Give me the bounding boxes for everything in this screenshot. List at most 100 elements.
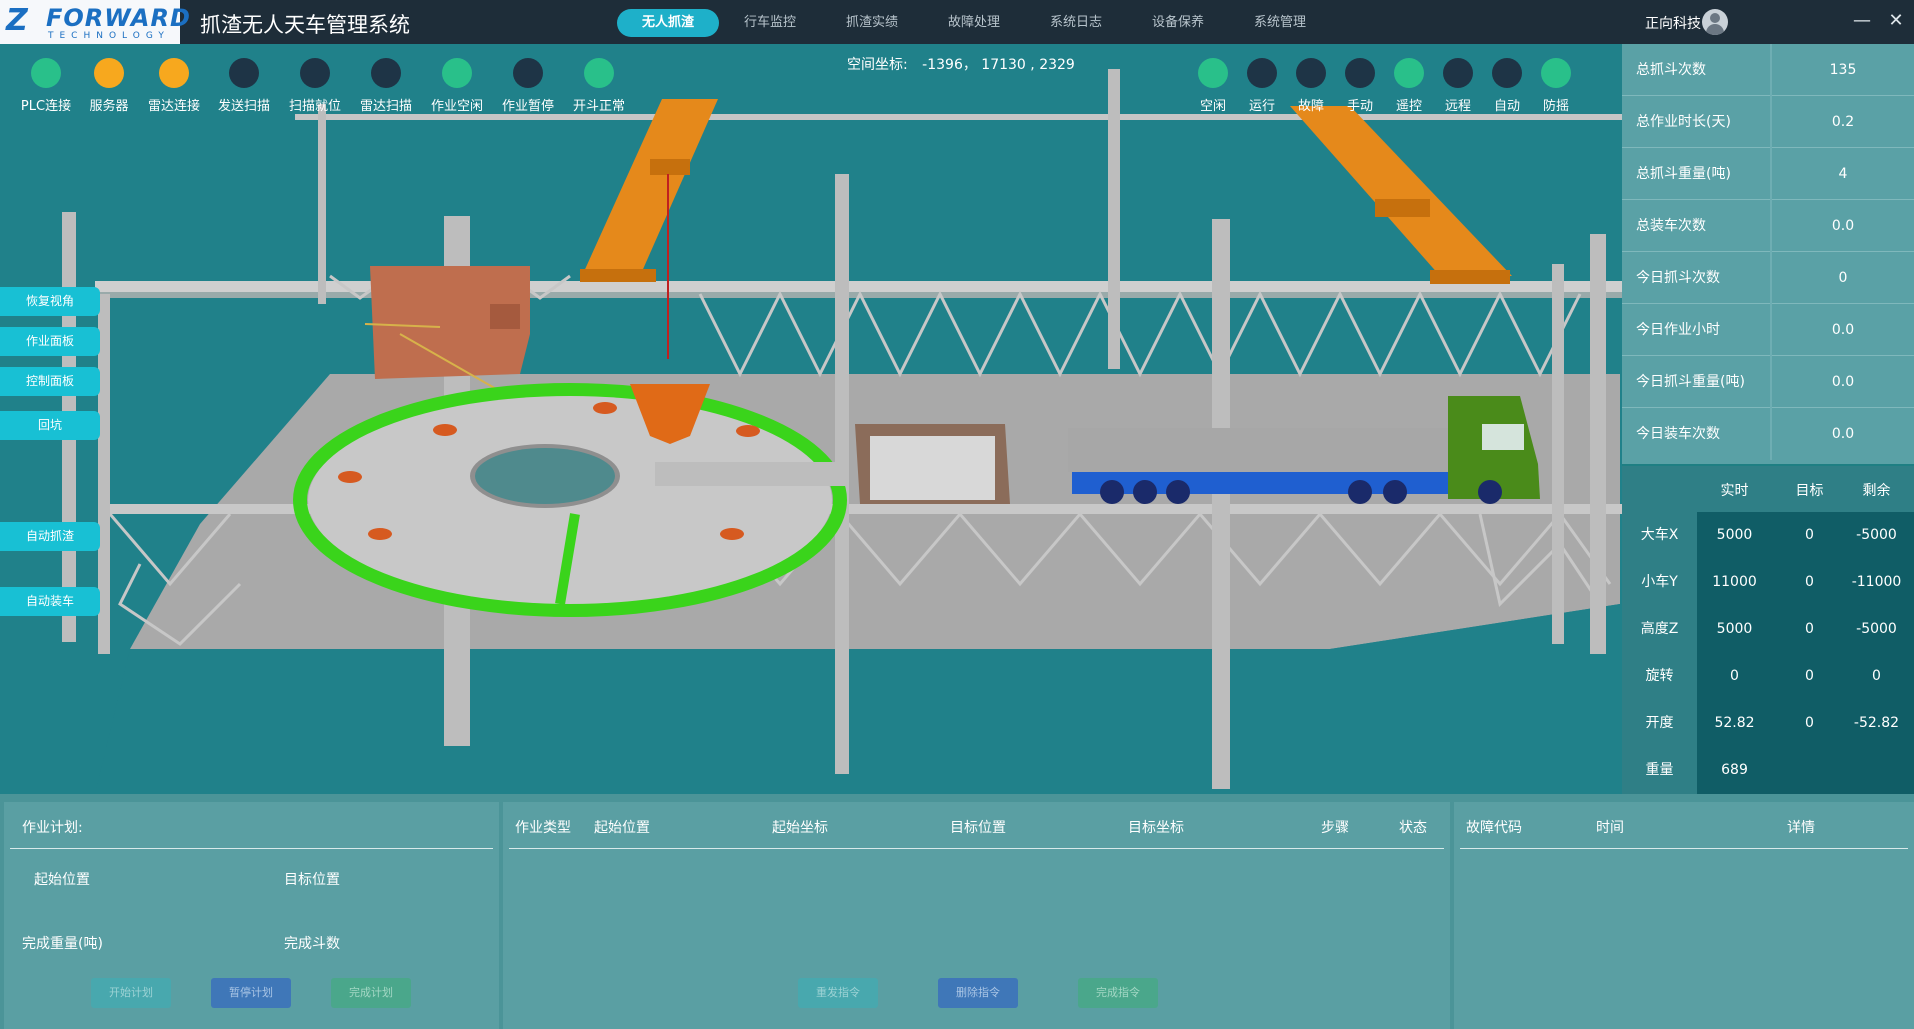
indicator-send-scan: 发送扫描 xyxy=(211,58,277,114)
status-light xyxy=(94,58,124,88)
axis-remaining: 0 xyxy=(1872,668,1881,684)
indicator-label: 空闲 xyxy=(1199,99,1226,114)
col-remaining: 剩余 xyxy=(1862,483,1891,499)
tab-crane-monitor[interactable]: 行车监控 xyxy=(719,9,821,37)
stat-label: 总装车次数 xyxy=(1636,218,1706,234)
axis-row: 小车Y 11000 0 -11000 xyxy=(1622,559,1914,606)
auto-grab-button[interactable]: 自动抓渣 xyxy=(0,522,100,551)
delete-command-button[interactable]: 删除指令 xyxy=(938,978,1018,1008)
stat-row: 今日装车次数 0.0 xyxy=(1622,408,1914,460)
col-target-coords: 目标坐标 xyxy=(1128,820,1184,836)
indicator-job-idle: 作业空闲 xyxy=(424,58,490,114)
axis-target: 0 xyxy=(1805,715,1814,731)
tab-unmanned-grab[interactable]: 无人抓渣 xyxy=(617,9,719,37)
app-title: 抓渣无人天车管理系统 xyxy=(200,13,410,37)
col-status: 状态 xyxy=(1399,820,1427,836)
status-light xyxy=(31,58,61,88)
axis-target: 0 xyxy=(1805,527,1814,543)
status-light xyxy=(159,58,189,88)
axis-row: 高度Z 5000 0 -5000 xyxy=(1622,606,1914,653)
complete-plan-button[interactable]: 完成计划 xyxy=(331,978,411,1008)
logo-brand: FORWARD xyxy=(46,4,191,32)
axis-realtime: 11000 xyxy=(1712,574,1757,590)
auto-load-button[interactable]: 自动装车 xyxy=(0,587,100,616)
indicator-remote-control: 遥控 xyxy=(1384,58,1434,114)
tab-system-log[interactable]: 系统日志 xyxy=(1025,9,1127,37)
plan-done-weight-label: 完成重量(吨) xyxy=(22,936,103,952)
bottom-area: 作业计划: 起始位置 目标位置 完成重量(吨) 完成斗数 开始计划 暂停计划 完… xyxy=(0,794,1914,1029)
col-start-position: 起始位置 xyxy=(594,820,650,836)
status-light xyxy=(1345,58,1375,88)
axis-realtime: 5000 xyxy=(1716,621,1753,637)
coords-label: 空间坐标: xyxy=(847,57,908,73)
resend-command-button[interactable]: 重发指令 xyxy=(798,978,878,1008)
status-light xyxy=(584,58,614,88)
complete-command-button[interactable]: 完成指令 xyxy=(1078,978,1158,1008)
indicator-radar-connection: 雷达连接 xyxy=(141,58,207,114)
axis-name: 开度 xyxy=(1645,715,1674,731)
axis-name: 旋转 xyxy=(1645,668,1674,684)
indicator-bucket-ok: 开斗正常 xyxy=(566,58,632,114)
axis-remaining: -11000 xyxy=(1851,574,1902,590)
tab-grab-records[interactable]: 抓渣实绩 xyxy=(821,9,923,37)
stat-label: 今日抓斗重量(吨) xyxy=(1636,374,1745,390)
restore-view-button[interactable]: 恢复视角 xyxy=(0,287,100,316)
top-bar: Z FORWARD TECHNOLOGY 抓渣无人天车管理系统 无人抓渣 行车监… xyxy=(0,0,1914,44)
stat-value: 0.0 xyxy=(1831,426,1855,442)
stat-row: 总装车次数 0.0 xyxy=(1622,200,1914,252)
stat-row: 总抓斗次数 135 xyxy=(1622,44,1914,96)
col-step: 步骤 xyxy=(1321,820,1349,836)
indicator-remote: 远程 xyxy=(1433,58,1483,114)
status-light xyxy=(300,58,330,88)
plan-start-position-label: 起始位置 xyxy=(34,872,90,888)
axis-name: 小车Y xyxy=(1641,574,1678,590)
user-avatar-icon[interactable] xyxy=(1702,9,1728,35)
col-start-coords: 起始坐标 xyxy=(772,820,828,836)
indicator-label: 雷达扫描 xyxy=(359,99,412,114)
indicator-fault: 故障 xyxy=(1286,58,1336,114)
start-plan-button[interactable]: 开始计划 xyxy=(91,978,171,1008)
indicator-label: 故障 xyxy=(1297,99,1324,114)
close-icon[interactable]: ✕ xyxy=(1886,11,1906,31)
stat-value: 0 xyxy=(1838,270,1848,286)
stat-label: 总作业时长(天) xyxy=(1636,114,1731,130)
crane-3d-view[interactable]: PLC连接 服务器 雷达连接 发送扫描 扫描就位 雷达扫描 作业空闲 作业暂停 … xyxy=(0,44,1622,794)
indicator-label: 开斗正常 xyxy=(572,99,625,114)
axis-table-header: 实时 目标 剩余 xyxy=(1622,466,1914,512)
tab-maintenance[interactable]: 设备保养 xyxy=(1127,9,1229,37)
indicator-label: 作业暂停 xyxy=(501,99,554,114)
status-light xyxy=(1443,58,1473,88)
axis-row: 大车X 5000 0 -5000 xyxy=(1622,512,1914,559)
axis-target: 0 xyxy=(1805,574,1814,590)
indicator-label: 防摇 xyxy=(1542,99,1569,114)
control-panel-button[interactable]: 控制面板 xyxy=(0,367,100,396)
axis-name: 重量 xyxy=(1645,762,1674,778)
statistics-panel: 总抓斗次数 135 总作业时长(天) 0.2 总抓斗重量(吨) 4 总装车次数 0.0 … xyxy=(1622,44,1914,464)
col-details: 详情 xyxy=(1787,820,1815,836)
minimize-icon[interactable]: — xyxy=(1852,11,1872,31)
status-light xyxy=(1394,58,1424,88)
status-light xyxy=(371,58,401,88)
axis-realtime: 0 xyxy=(1730,668,1739,684)
axis-name: 大车X xyxy=(1640,527,1679,543)
axis-status-panel: 实时 目标 剩余 大车X 5000 0 -5000 小车Y 11000 0 -1… xyxy=(1622,466,1914,794)
tab-system-admin[interactable]: 系统管理 xyxy=(1229,9,1331,37)
stat-row: 今日抓斗重量(吨) 0.0 xyxy=(1622,356,1914,408)
indicator-label: 自动 xyxy=(1493,99,1520,114)
indicator-label: 手动 xyxy=(1346,99,1373,114)
pause-plan-button[interactable]: 暂停计划 xyxy=(211,978,291,1008)
stat-row: 总抓斗重量(吨) 4 xyxy=(1622,148,1914,200)
job-panel-button[interactable]: 作业面板 xyxy=(0,327,100,356)
status-light xyxy=(1492,58,1522,88)
scene-illustration xyxy=(62,69,1622,794)
axis-row: 旋转 0 0 0 xyxy=(1622,653,1914,700)
axis-row: 开度 52.82 0 -52.82 xyxy=(1622,700,1914,747)
axis-remaining: -5000 xyxy=(1856,621,1897,637)
stat-value: 135 xyxy=(1829,62,1857,78)
indicator-label: 发送扫描 xyxy=(217,99,270,114)
stat-value: 0.0 xyxy=(1831,374,1855,390)
logo-mark: Z xyxy=(6,3,28,38)
return-pit-button[interactable]: 回坑 xyxy=(0,411,100,440)
tab-fault-handling[interactable]: 故障处理 xyxy=(923,9,1025,37)
col-target-position: 目标位置 xyxy=(950,820,1006,836)
